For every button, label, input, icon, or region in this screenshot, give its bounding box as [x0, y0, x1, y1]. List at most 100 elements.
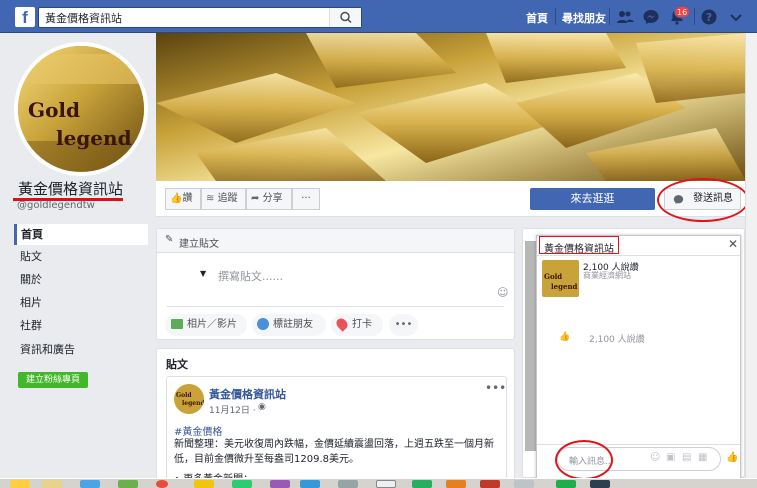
taskbar-app-icon[interactable] [446, 480, 466, 488]
rss-icon: ≋ [206, 193, 215, 204]
tag-friends-label: 標註朋友 [273, 319, 313, 330]
chat-category: 商業經濟網站 [583, 271, 631, 280]
taskbar-app-icon[interactable] [10, 480, 30, 488]
check-in-label: 打卡 [352, 319, 372, 330]
left-nav-item-home[interactable]: 首頁 [14, 224, 148, 245]
taskbar-app-icon[interactable] [42, 480, 62, 488]
create-page-button[interactable]: 建立粉絲專頁 [18, 372, 88, 388]
taskbar-app-icon[interactable] [300, 480, 320, 488]
visit-shop-button[interactable]: 來去逛逛 [530, 188, 655, 210]
taskbar-app-icon[interactable] [118, 480, 138, 488]
taskbar-app-icon[interactable] [412, 480, 432, 488]
thumbs-up-icon: 👍 [559, 332, 571, 342]
post-hashtag[interactable]: #黃金價格 [174, 423, 222, 438]
left-nav-item-community[interactable]: 社群 [14, 315, 148, 336]
taskbar-app-icon[interactable] [232, 480, 252, 488]
help-icon[interactable]: ? [699, 7, 719, 27]
nav-divider [694, 8, 695, 25]
nav-home-link[interactable]: 首頁 [526, 10, 548, 26]
post-card: Gold legend 黃金價格資訊站 11月12日 · ◉ ••• #黃金價格… [166, 376, 507, 488]
facebook-logo[interactable]: f [15, 7, 35, 27]
left-nav-item-about[interactable]: 關於 [14, 269, 148, 290]
follow-label: 追蹤 [217, 193, 238, 204]
photo-video-button[interactable]: 相片／影片 [165, 314, 247, 336]
gold-bars-cover-image [156, 33, 746, 181]
emoji-icon[interactable]: ☺ [497, 286, 508, 299]
check-in-button[interactable]: 打卡 [331, 314, 383, 336]
svg-text:?: ? [706, 11, 712, 24]
search-box [38, 7, 362, 28]
gif-icon[interactable]: ▤ [682, 452, 691, 463]
left-nav-item-photos[interactable]: 相片 [14, 292, 148, 313]
close-icon[interactable]: ✕ [728, 237, 738, 251]
avatar-logo-text: legend [182, 400, 204, 407]
page-scrollbar[interactable] [745, 33, 757, 488]
share-icon: ➦ [251, 193, 260, 204]
dropdown-icon[interactable] [726, 7, 746, 27]
composer-header: ✎ 建立貼文 [157, 229, 514, 253]
left-nav-item-info-ads[interactable]: 資訊和廣告 [14, 339, 148, 360]
post-date[interactable]: 11月12日 · [209, 403, 256, 416]
avatar-logo-text: Gold [176, 392, 192, 399]
composer-more-button[interactable]: ••• [389, 314, 418, 336]
like-button[interactable]: 👍讚 [165, 188, 201, 210]
page-handle[interactable]: @goldlegendtw [17, 200, 95, 211]
top-navigation-bar: f 首頁 尋找朋友 16 ? [0, 0, 757, 33]
camera-icon[interactable]: ▣ [666, 452, 675, 463]
caret-icon: ▼ [200, 269, 207, 278]
posts-section: 貼文 Gold legend 黃金價格資訊站 11月12日 · ◉ ••• #黃… [156, 348, 515, 488]
taskbar-app-icon[interactable] [270, 480, 290, 488]
composer-title: 建立貼文 [179, 239, 219, 250]
composer-divider [167, 306, 504, 307]
taskbar-app-icon[interactable] [80, 480, 100, 488]
location-pin-icon [334, 316, 350, 332]
tag-friends-button[interactable]: 標註朋友 [252, 314, 326, 336]
taskbar-app-icon[interactable] [156, 480, 168, 488]
avatar-logo-text: Gold [544, 272, 563, 281]
search-input[interactable] [39, 8, 329, 27]
follow-button[interactable]: ≋ 追蹤 [201, 188, 246, 210]
annotation-circle-send-message [657, 178, 749, 222]
annotation-box-chat-title [539, 236, 619, 254]
chat-page-avatar[interactable]: Gold legend [542, 260, 579, 297]
emoji-icon[interactable]: ☺ [650, 452, 660, 463]
avatar-logo-text: Gold [28, 98, 81, 122]
taskbar-app-icon[interactable] [556, 480, 576, 488]
search-button[interactable] [329, 8, 361, 27]
page-title[interactable]: 黃金價格資訊站 [18, 178, 123, 199]
page-avatar[interactable]: Gold legend [14, 42, 148, 176]
search-icon [340, 11, 352, 24]
nav-divider [609, 8, 610, 25]
photo-video-label: 相片／影片 [187, 319, 237, 330]
post-author-avatar[interactable]: Gold legend [174, 384, 204, 414]
pencil-icon: ✎ [165, 234, 174, 245]
cover-photo[interactable] [156, 33, 746, 181]
like-icon: 👍 [170, 193, 183, 204]
taskbar-app-icon[interactable] [376, 480, 396, 488]
nav-divider [555, 8, 556, 25]
composer-avatar [169, 262, 193, 286]
post-options-icon[interactable]: ••• [485, 381, 506, 395]
composer-input[interactable]: 撰寫貼文...... [218, 268, 283, 284]
taskbar-app-icon[interactable] [514, 480, 534, 488]
post-author-name[interactable]: 黃金價格資訊站 [209, 386, 286, 402]
share-button[interactable]: ➦ 分享 [246, 188, 292, 210]
taskbar-app-icon[interactable] [480, 480, 500, 488]
chat-likes-row: 2,100 人說讚 [589, 335, 645, 345]
friends-icon[interactable] [615, 7, 635, 27]
notification-badge: 16 [674, 6, 691, 18]
messenger-icon[interactable] [641, 7, 661, 27]
thumbs-up-send-icon[interactable]: 👍 [726, 452, 738, 463]
sticker-icon[interactable]: ▦ [698, 452, 707, 463]
annotation-circle-chat-input [555, 440, 613, 480]
share-label: 分享 [262, 193, 283, 204]
messenger-chat-window: 黃金價格資訊站 ✕ Gold legend 2,100 人說讚 商業經濟網站 👍… [536, 235, 741, 488]
more-actions-button[interactable]: ··· [292, 188, 320, 210]
avatar-logo-text: legend [56, 126, 132, 150]
taskbar-app-icon[interactable] [590, 480, 610, 488]
post-body: 新聞整理：美元收復周內跌幅，金價延續震盪回落，上週五跌至一個月新低，目前金價微升… [174, 439, 494, 465]
nav-find-friends-link[interactable]: 尋找朋友 [562, 10, 606, 26]
left-nav-item-posts[interactable]: 貼文 [14, 246, 148, 267]
taskbar-app-icon[interactable] [194, 480, 214, 488]
taskbar-app-icon[interactable] [338, 480, 358, 488]
